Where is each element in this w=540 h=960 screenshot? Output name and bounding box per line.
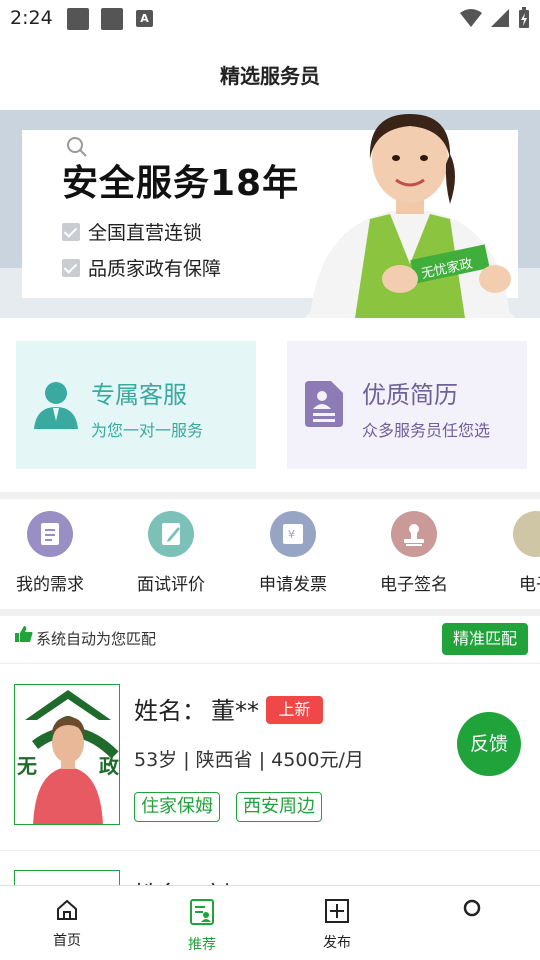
menu-item-invoice[interactable]: ¥ 申请发票 — [243, 511, 343, 595]
status-bar: 2:24 A — [0, 0, 540, 38]
banner-check-item: 品质家政有保障 — [62, 254, 221, 281]
battery-icon — [519, 7, 529, 28]
nav-item-recommend[interactable]: 推荐 — [162, 898, 242, 954]
page-title: 精选服务员 — [220, 64, 320, 88]
service-title: 专属客服 — [91, 381, 187, 409]
menu-item-label: 电子 — [519, 575, 540, 595]
checkbox-icon — [62, 258, 80, 277]
notification-icon — [67, 8, 89, 30]
svg-text:¥: ¥ — [288, 528, 295, 541]
wifi-icon — [460, 9, 482, 27]
profile-icon — [463, 899, 481, 917]
worker-photo: 无 政 — [14, 684, 120, 825]
promo-banner[interactable]: 安全服务18年 全国直营连锁 品质家政有保障 无忧家政 — [0, 110, 540, 318]
bottom-nav: 首页 推荐 发布 — [0, 885, 540, 960]
menu-item-label: 申请发票 — [259, 575, 327, 595]
quick-menu: 我的需求 面试评价 ¥ 申请发票 电子签名 电子 — [0, 499, 540, 609]
precise-match-button[interactable]: 精准匹配 — [442, 623, 528, 655]
menu-item-label: 面试评价 — [137, 575, 205, 595]
menu-item-signature[interactable]: 电子签名 — [364, 511, 464, 595]
customer-service-card[interactable]: 专属客服 为您一对一服务 — [16, 341, 256, 469]
resume-icon — [305, 381, 343, 427]
divider — [0, 492, 540, 499]
menu-item-contract[interactable]: 电子 — [486, 511, 540, 595]
services-section: 专属客服 为您一对一服务 优质简历 众多服务员任您选 — [0, 318, 540, 492]
service-subtitle: 为您一对一服务 — [91, 421, 204, 440]
worker-card[interactable]: 姓名：刘** — [0, 851, 540, 885]
menu-item-requirements[interactable]: 我的需求 — [0, 511, 100, 595]
svg-text:无: 无 — [17, 754, 37, 778]
menu-item-label: 我的需求 — [16, 575, 84, 595]
accessibility-icon: A — [136, 10, 153, 27]
service-title: 优质简历 — [362, 381, 458, 409]
menu-item-label: 电子签名 — [380, 575, 448, 595]
worker-name: 董** — [211, 697, 259, 725]
thumbs-up-icon — [15, 626, 33, 642]
nav-item-profile[interactable] — [432, 898, 512, 922]
feedback-button[interactable]: 反馈 — [457, 712, 521, 776]
customer-service-icon — [34, 382, 78, 429]
worker-name-label: 姓名：刘** — [134, 875, 254, 885]
match-text: 系统自动为您匹配 — [36, 630, 157, 648]
nav-label: 发布 — [323, 935, 351, 951]
checkbox-icon — [62, 222, 80, 241]
nav-label: 首页 — [53, 933, 81, 949]
review-icon — [148, 511, 194, 557]
banner-headline: 安全服务18年 — [62, 163, 300, 204]
menu-item-review[interactable]: 面试评价 — [121, 511, 221, 595]
worker-card[interactable]: 无 政 姓名： 董** 上新 53岁 | 陕西省 | 4500元/月 住家保姆 … — [0, 665, 540, 851]
recommend-icon — [190, 899, 214, 925]
banner-check-item: 全国直营连锁 — [62, 218, 202, 245]
svg-text:政: 政 — [99, 754, 120, 778]
banner-check-label: 品质家政有保障 — [88, 258, 222, 280]
status-time: 2:24 — [10, 7, 53, 29]
signature-icon — [391, 511, 437, 557]
match-bar: 系统自动为您匹配 精准匹配 — [0, 616, 540, 664]
nav-item-home[interactable]: 首页 — [27, 898, 107, 950]
requirements-icon — [27, 511, 73, 557]
banner-check-label: 全国直营连锁 — [88, 222, 203, 244]
worker-name-label: 姓名： — [134, 697, 206, 725]
new-badge: 上新 — [266, 696, 323, 724]
home-icon — [57, 899, 77, 920]
divider — [0, 609, 540, 616]
nav-label: 推荐 — [188, 937, 216, 953]
worker-photo — [14, 870, 120, 885]
service-subtitle: 众多服务员任您选 — [362, 421, 491, 440]
page-header: 精选服务员 — [0, 38, 540, 110]
worker-info: 53岁 | 陕西省 | 4500元/月 — [134, 749, 364, 771]
notification-icon — [101, 8, 123, 30]
publish-icon — [325, 899, 349, 923]
contract-icon — [513, 511, 540, 557]
worker-tag: 西安周边 — [236, 792, 322, 822]
housekeeper-illustration: 无忧家政 — [304, 114, 516, 318]
invoice-icon: ¥ — [270, 511, 316, 557]
signal-icon — [491, 9, 509, 27]
worker-tag: 住家保姆 — [134, 792, 220, 822]
resume-card[interactable]: 优质简历 众多服务员任您选 — [287, 341, 527, 469]
nav-item-publish[interactable]: 发布 — [297, 898, 377, 952]
